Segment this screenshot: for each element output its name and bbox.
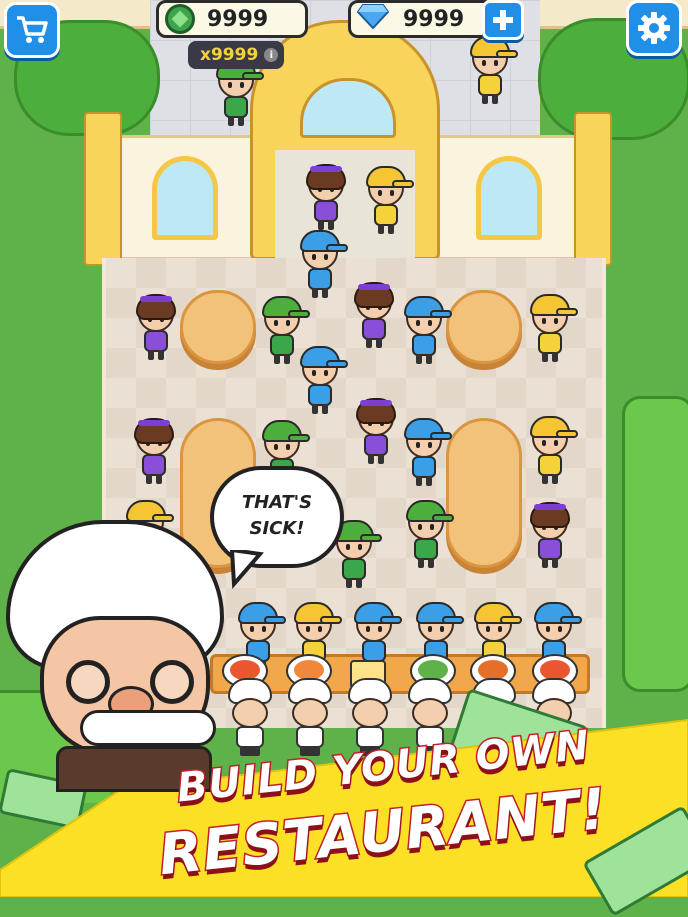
add-gems-button[interactable] [482,0,524,40]
info-icon[interactable]: i [264,48,279,62]
speech-line-2: SICK! [249,518,305,539]
glasses-icon [66,660,110,704]
gear-icon [638,12,670,44]
mascot-moustache [80,710,216,746]
gems-value: 9999 [403,6,465,32]
shopping-cart-icon [17,16,48,43]
gem-counter: 9999 [348,0,494,38]
plus-icon [493,10,513,30]
cash-value: 9999 [207,6,269,32]
gem-icon [356,3,390,35]
settings-button[interactable] [626,0,682,56]
glasses-icon [150,660,194,704]
shop-button[interactable] [4,2,60,58]
mascot-character [0,520,240,792]
speech-bubble-tail [229,550,264,590]
income-multiplier[interactable]: x9999 i [188,41,284,69]
multiplier-value: x9999 [200,45,259,65]
cash-counter: 9999 [156,0,308,38]
cash-icon [165,4,195,34]
speech-line-1: THAT'S [241,492,313,513]
